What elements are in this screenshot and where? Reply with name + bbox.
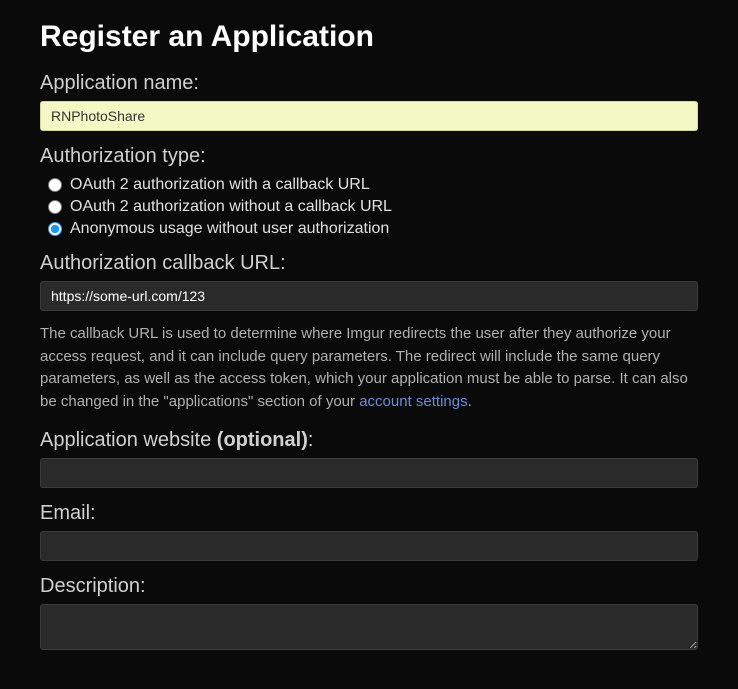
website-label-optional: (optional) — [217, 429, 308, 451]
auth-radio-no-callback[interactable] — [48, 200, 62, 214]
auth-type-radio-group: OAuth 2 authorization with a callback UR… — [40, 176, 698, 238]
auth-option-anonymous: Anonymous usage without user authorizati… — [48, 220, 698, 238]
website-label-suffix: : — [308, 429, 314, 451]
auth-option-no-callback: OAuth 2 authorization without a callback… — [48, 198, 698, 216]
callback-url-input[interactable] — [40, 281, 698, 311]
description-textarea[interactable] — [40, 604, 698, 650]
auth-option-callback: OAuth 2 authorization with a callback UR… — [48, 176, 698, 194]
website-group: Application website (optional): — [40, 429, 698, 488]
email-input[interactable] — [40, 531, 698, 561]
email-label: Email: — [40, 502, 698, 525]
website-input[interactable] — [40, 458, 698, 488]
description-group: Description: — [40, 575, 698, 655]
website-label: Application website (optional): — [40, 429, 698, 452]
app-name-input[interactable] — [40, 101, 698, 131]
page-title: Register an Application — [40, 20, 698, 54]
callback-url-label: Authorization callback URL: — [40, 252, 698, 275]
auth-radio-anonymous[interactable] — [48, 222, 62, 236]
callback-help-after: . — [468, 393, 472, 410]
auth-radio-no-callback-label[interactable]: OAuth 2 authorization without a callback… — [70, 198, 392, 216]
auth-radio-callback[interactable] — [48, 178, 62, 192]
callback-url-group: Authorization callback URL: The callback… — [40, 252, 698, 413]
auth-radio-anonymous-label[interactable]: Anonymous usage without user authorizati… — [70, 220, 389, 238]
description-label: Description: — [40, 575, 698, 598]
auth-type-group: Authorization type: OAuth 2 authorizatio… — [40, 145, 698, 238]
auth-type-label: Authorization type: — [40, 145, 698, 168]
app-name-group: Application name: — [40, 72, 698, 131]
auth-radio-callback-label[interactable]: OAuth 2 authorization with a callback UR… — [70, 176, 370, 194]
account-settings-link[interactable]: account settings — [359, 393, 467, 410]
website-label-prefix: Application website — [40, 429, 217, 451]
app-name-label: Application name: — [40, 72, 698, 95]
email-group: Email: — [40, 502, 698, 561]
callback-help-text: The callback URL is used to determine wh… — [40, 323, 698, 413]
